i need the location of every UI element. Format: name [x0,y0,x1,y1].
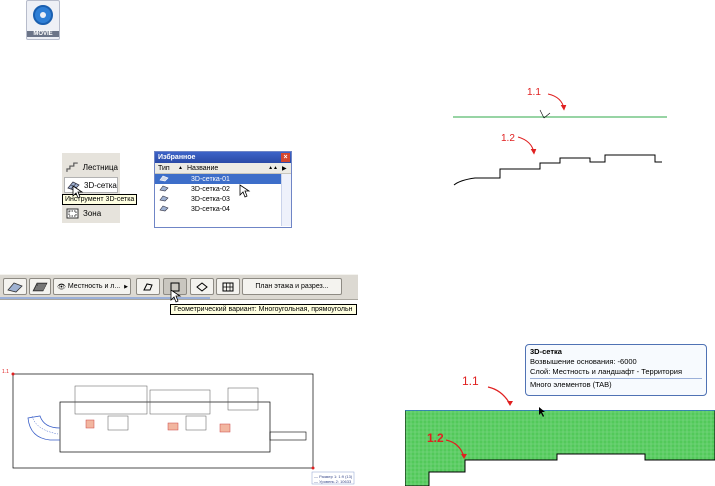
mesh-tool-button[interactable] [3,278,27,295]
favorites-palette: Избранное × Тип ▲ Название ▲▲ ▶ 3D-сетка… [154,151,292,228]
info-divider [530,378,702,379]
layer-dropdown[interactable]: 👁 Местность и л... ▶ [53,278,131,295]
plan-legend-line2: — Уровень 2: 10633 [314,479,352,484]
info-layer: Слой: Местность и ландшафт - Территория [530,367,683,376]
info-footer: Много элементов (TAB) [530,380,612,389]
mesh-type-icon [155,205,179,214]
info-elevation: Возвышение основания: -6000 [530,357,637,366]
rotated-rectangle-icon [196,281,208,292]
mouse-cursor-icon [72,185,84,199]
favorites-row[interactable]: 3D-сетка-01 [155,174,291,184]
column-name[interactable]: Название [187,165,268,172]
favorite-name: 3D-сетка-04 [191,205,230,213]
favorites-scrollbar[interactable] [281,174,291,226]
callout-arrow-1-2-bottom [445,439,467,459]
tool-zone[interactable]: Зона [64,205,118,221]
floor-plan [11,372,355,485]
mesh-settings-button[interactable] [29,278,51,295]
info-title: 3D-сетка [530,347,562,356]
mesh-type-icon [155,175,179,184]
ramp-curve [27,415,61,441]
mesh-type-icon [155,195,179,204]
stair-icon [66,162,78,172]
geometry-rotated-button[interactable] [190,278,214,295]
view-selector-label: План этажа и разрез... [255,283,329,290]
favorites-title: Избранное [158,154,196,161]
favorites-row[interactable]: 3D-сетка-04 [155,204,291,214]
site-boundary [12,373,314,469]
column-type[interactable]: Тип [155,165,178,172]
header-more-icon[interactable]: ▶ [282,165,291,172]
callout-label-1-2-bottom: 1.2 [427,431,444,445]
callout-label-1-1: 1.1 [527,87,541,98]
callout-arrow-1-1 [547,93,565,110]
quicktime-logo-icon [33,5,53,25]
chevron-right-icon: ▶ [124,283,128,290]
favorites-title-bar[interactable]: Избранное × [155,152,291,163]
tool-mesh-label: 3D-сетка [84,180,117,190]
polygon-method-icon [143,282,153,290]
mouse-cursor-icon [170,289,182,303]
tool-stair[interactable]: Лестница [64,159,118,175]
movie-label: MOVIE [27,31,59,37]
mouse-cursor-icon [239,184,251,198]
tool-palette: Лестница 3D-сетка Зона [62,153,120,223]
geometry-polygon-button[interactable] [136,278,160,295]
terrain-profile [453,154,662,186]
callout-arrow-1-2 [517,136,535,154]
mesh-icon [7,282,23,292]
favorites-row[interactable]: 3D-сетка-03 [155,194,291,204]
mesh-type-icon [155,185,179,194]
plan-callout-1-1: 1.1 [2,369,9,375]
eye-icon: 👁 [57,283,66,291]
favorite-name: 3D-сетка-03 [191,195,230,203]
layer-label: Местность и л... [67,283,121,290]
mesh-grid-button[interactable] [216,278,240,295]
callout-label-1-2: 1.2 [501,133,515,144]
favorite-name: 3D-сетка-02 [191,185,230,193]
favorites-row[interactable]: 3D-сетка-02 [155,184,291,194]
tool-stair-label: Лестница [82,162,118,172]
cursor-marker-icon [539,407,545,417]
close-icon[interactable]: × [281,153,290,162]
plan-legend: — Размер 1: 1:9 (13) — Уровень 2: 10633 [314,474,352,484]
callout-label-1-1-bottom: 1.1 [462,374,479,388]
sort-ascending-icon: ▲ [178,165,183,171]
geometry-tooltip: Геометрический вариант: Многоугольная, п… [170,304,357,315]
grid-icon [222,282,234,291]
tool-zone-label: Зона [83,208,102,218]
sort-arrows-icon[interactable]: ▲▲ [268,165,278,171]
favorites-header: Тип ▲ Название ▲▲ ▶ [155,163,291,174]
mesh-settings-icon [32,282,48,291]
zone-icon [66,208,79,218]
favorite-name: 3D-сетка-01 [191,175,230,183]
movie-file-icon[interactable]: MOVIE [26,0,60,40]
section-diagram-top [453,93,667,186]
view-selector-button[interactable]: План этажа и разрез... [242,278,342,295]
element-info-tooltip: 3D-сетка Возвышение основания: -6000 Сло… [525,344,707,396]
